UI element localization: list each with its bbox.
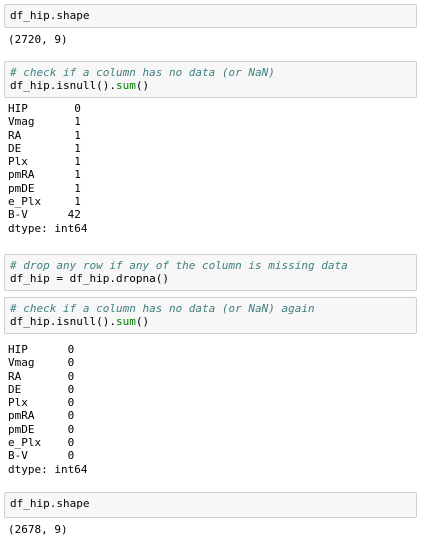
code-text: df_hip.isnull(). xyxy=(10,315,116,329)
code-cell-2[interactable]: # check if a column has no data (or NaN)… xyxy=(4,61,417,98)
output-1: (2720, 9) xyxy=(8,33,68,46)
output-line: (2678, 9) xyxy=(8,523,68,536)
code-line: df_hip.shape xyxy=(10,497,90,510)
code-line: df_hip.shape xyxy=(10,9,90,22)
code-comment: # check if a column has no data (or NaN) xyxy=(10,66,275,79)
output-line: RA 0 xyxy=(8,369,75,383)
output-line: HIP 0 xyxy=(8,102,81,115)
code-cell-5[interactable]: df_hip.shape xyxy=(4,492,417,518)
code-text: () xyxy=(135,315,150,329)
output-line: Vmag 0 xyxy=(8,356,75,370)
output-line: HIP 0 xyxy=(8,343,75,356)
code-cell-4[interactable]: # check if a column has no data (or NaN)… xyxy=(4,297,417,334)
output-line: B-V 0 xyxy=(8,449,75,463)
code-comment: # check if a column has no data (or NaN)… xyxy=(10,302,315,315)
code-text: () xyxy=(135,79,150,93)
output-line: DE 0 xyxy=(8,382,75,396)
code-cell-1[interactable]: df_hip.shape xyxy=(4,4,417,28)
code-line: df_hip.isnull().sum() xyxy=(10,315,411,328)
output-line: DE 1 xyxy=(8,141,81,155)
output-line: e_Plx 0 xyxy=(8,436,75,450)
output-line: Plx 0 xyxy=(8,396,75,410)
output-line: dtype: int64 xyxy=(8,221,88,235)
builtin-function: sum xyxy=(115,79,136,93)
output-line: B-V 42 xyxy=(8,208,81,222)
code-text: df_hip.isnull(). xyxy=(10,79,116,93)
output-5: (2678, 9) xyxy=(8,523,68,536)
builtin-function: sum xyxy=(115,315,136,329)
output-line: RA 1 xyxy=(8,128,81,142)
output-line: pmDE 0 xyxy=(8,422,75,436)
output-line: (2720, 9) xyxy=(8,33,68,46)
output-line: Plx 1 xyxy=(8,155,81,169)
code-cell-3[interactable]: # drop any row if any of the column is m… xyxy=(4,254,417,291)
output-line: Vmag 1 xyxy=(8,115,81,129)
output-line: pmRA 0 xyxy=(8,409,75,423)
output-4: HIP 0 Vmag 0 RA 0 DE 0 Plx 0 pmRA 0 pmDE 0 e_Pl… xyxy=(8,343,87,476)
output-line: pmRA 1 xyxy=(8,168,81,182)
output-line: e_Plx 1 xyxy=(8,195,81,209)
code-comment: # drop any row if any of the column is m… xyxy=(10,259,348,272)
output-2: HIP 0 Vmag 1 RA 1 DE 1 Plx 1 pmRA 1 pmDE 1 e_Pl… xyxy=(8,102,87,235)
code-line: df_hip.isnull().sum() xyxy=(10,79,411,92)
output-line: dtype: int64 xyxy=(8,462,88,476)
output-line: pmDE 1 xyxy=(8,181,81,195)
code-line: df_hip = df_hip.dropna() xyxy=(10,272,169,286)
